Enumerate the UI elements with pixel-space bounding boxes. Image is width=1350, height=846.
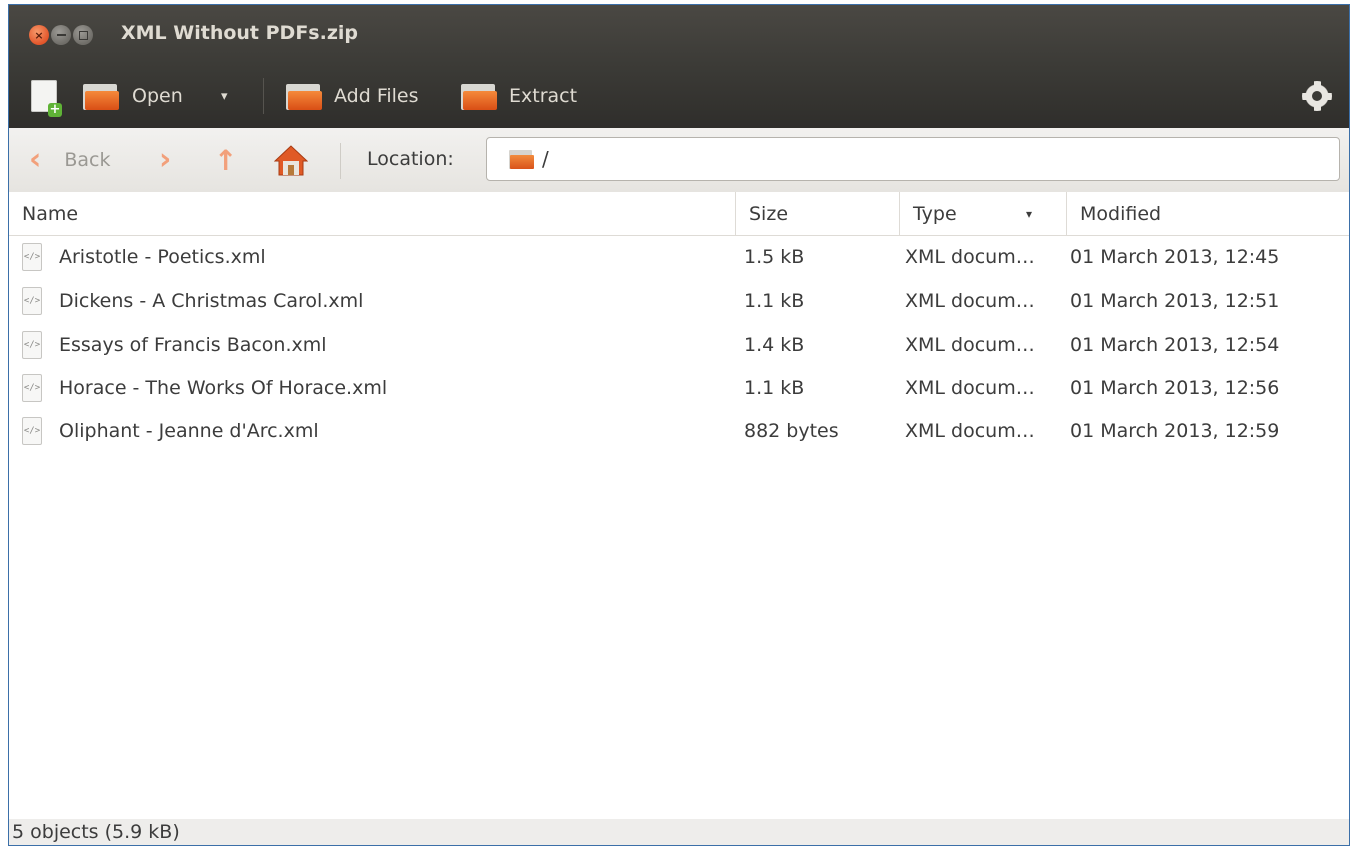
column-modified-label: Modified	[1080, 202, 1162, 225]
file-size: 1.4 kB	[744, 334, 805, 356]
file-type: XML docum…	[905, 290, 1035, 312]
settings-menu-button[interactable]	[1302, 74, 1332, 118]
column-name-label: Name	[22, 202, 79, 225]
open-recent-dropdown[interactable]: ▾	[221, 74, 228, 118]
file-type: XML docum…	[905, 246, 1035, 268]
extract-label: Extract	[509, 85, 578, 107]
open-folder-icon	[83, 82, 119, 110]
column-type-label: Type	[913, 202, 957, 225]
file-row[interactable]: </> Dickens - A Christmas Carol.xml 1.1 k…	[9, 279, 1349, 323]
status-bar: 5 objects (5.9 kB)	[9, 819, 1349, 845]
file-row[interactable]: </> Oliphant - Jeanne d'Arc.xml 882 bytes…	[9, 409, 1349, 453]
open-button[interactable]: Open	[83, 74, 183, 118]
close-window-button[interactable]: ×	[29, 25, 49, 45]
column-header-size[interactable]: Size	[736, 192, 899, 235]
location-path: /	[542, 147, 549, 171]
file-modified: 01 March 2013, 12:45	[1070, 246, 1280, 268]
window-title: XML Without PDFs.zip	[121, 22, 359, 44]
forward-button[interactable]: ›	[159, 143, 171, 177]
chevron-down-icon: ▾	[221, 88, 228, 104]
extract-icon	[461, 82, 497, 110]
file-modified: 01 March 2013, 12:54	[1070, 334, 1280, 356]
close-icon: ×	[34, 28, 44, 42]
file-size: 882 bytes	[744, 420, 839, 442]
file-size: 1.1 kB	[744, 290, 805, 312]
xml-file-icon: </>	[22, 374, 42, 402]
location-separator	[340, 143, 341, 179]
location-label: Location:	[367, 148, 454, 170]
file-name: Essays of Francis Bacon.xml	[59, 334, 327, 356]
home-icon	[274, 145, 308, 176]
add-files-icon	[286, 82, 322, 110]
back-label: Back	[64, 149, 111, 171]
chevron-left-icon: ‹	[29, 142, 42, 177]
new-archive-button[interactable]	[31, 74, 62, 118]
xml-file-icon: </>	[22, 331, 42, 359]
new-document-icon	[31, 80, 62, 117]
file-name: Horace - The Works Of Horace.xml	[59, 377, 388, 399]
file-name: Aristotle - Poetics.xml	[59, 246, 266, 268]
minimize-window-button[interactable]	[51, 25, 71, 45]
file-name: Dickens - A Christmas Carol.xml	[59, 290, 364, 312]
extract-button[interactable]: Extract	[461, 74, 577, 118]
column-header-modified[interactable]: Modified	[1067, 192, 1347, 235]
file-modified: 01 March 2013, 12:59	[1070, 420, 1280, 442]
main-toolbar: Open ▾ Add Files Extract	[9, 64, 1349, 128]
file-modified: 01 March 2013, 12:56	[1070, 377, 1280, 399]
column-header-name[interactable]: Name	[9, 192, 735, 235]
file-type: XML docum…	[905, 334, 1035, 356]
gear-icon	[1302, 81, 1332, 111]
sort-descending-icon: ▾	[1026, 206, 1033, 221]
file-row[interactable]: </> Horace - The Works Of Horace.xml 1.1 …	[9, 366, 1349, 410]
column-size-label: Size	[749, 202, 789, 225]
xml-file-icon: </>	[22, 243, 42, 271]
column-header-type[interactable]: Type ▾	[900, 192, 1066, 235]
status-text: 5 objects (5.9 kB)	[12, 821, 180, 843]
file-modified: 01 March 2013, 12:51	[1070, 290, 1280, 312]
location-bar: ‹ Back › ↑ Location: /	[9, 128, 1349, 193]
folder-icon	[509, 149, 534, 169]
back-button[interactable]: ‹ Back	[29, 143, 111, 177]
location-field[interactable]: /	[486, 137, 1340, 181]
toolbar-separator	[263, 78, 264, 114]
file-name: Oliphant - Jeanne d'Arc.xml	[59, 420, 319, 442]
open-label: Open	[132, 85, 183, 107]
chevron-right-icon: ›	[159, 142, 172, 177]
file-list-header: Name Size Type ▾ Modified	[9, 192, 1349, 236]
home-button[interactable]	[274, 143, 308, 177]
file-row[interactable]: </> Aristotle - Poetics.xml 1.5 kB XML do…	[9, 235, 1349, 279]
add-files-button[interactable]: Add Files	[286, 74, 419, 118]
archive-manager-window: × XML Without PDFs.zip Open ▾ Add Files …	[8, 4, 1350, 846]
maximize-window-button[interactable]	[73, 25, 93, 45]
title-bar: × XML Without PDFs.zip	[9, 5, 1349, 64]
file-size: 1.1 kB	[744, 377, 805, 399]
xml-file-icon: </>	[22, 287, 42, 315]
add-files-label: Add Files	[334, 85, 419, 107]
arrow-up-icon: ↑	[214, 143, 238, 177]
up-button[interactable]: ↑	[214, 143, 237, 177]
file-type: XML docum…	[905, 420, 1035, 442]
file-row[interactable]: </> Essays of Francis Bacon.xml 1.4 kB XM…	[9, 323, 1349, 367]
file-type: XML docum…	[905, 377, 1035, 399]
file-size: 1.5 kB	[744, 246, 805, 268]
xml-file-icon: </>	[22, 417, 42, 445]
